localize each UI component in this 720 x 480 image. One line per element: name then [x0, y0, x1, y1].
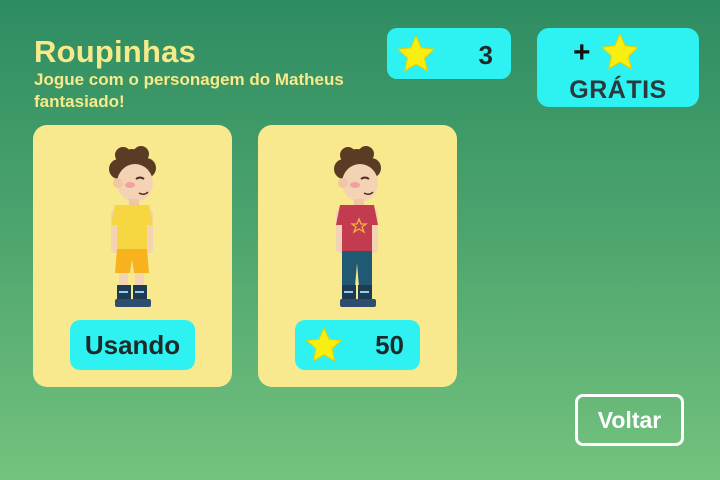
outfit-card-red[interactable]: 50	[258, 125, 457, 387]
page-subtitle: Jogue com o personagem do Matheus fantas…	[34, 70, 344, 111]
outfit-price: 50	[375, 330, 404, 360]
outfit-in-use-button[interactable]: Usando	[70, 320, 195, 370]
character-yellow-outfit	[109, 146, 156, 307]
free-stars-button[interactable]: + GRÁTIS	[537, 28, 699, 107]
page-title: Roupinhas	[34, 34, 196, 69]
free-label: GRÁTIS	[569, 76, 667, 104]
back-button[interactable]: Voltar	[575, 394, 684, 446]
buy-outfit-button[interactable]: 50	[295, 320, 420, 370]
star-icon	[396, 34, 436, 74]
plus-sign: +	[573, 36, 591, 69]
star-count: 3	[478, 40, 493, 70]
star-icon	[600, 32, 640, 72]
star-icon	[305, 326, 343, 364]
star-balance: 3	[387, 28, 511, 79]
outfit-card-yellow[interactable]: Usando	[33, 125, 232, 387]
in-use-label: Usando	[84, 330, 181, 360]
character-red-outfit	[334, 146, 381, 307]
